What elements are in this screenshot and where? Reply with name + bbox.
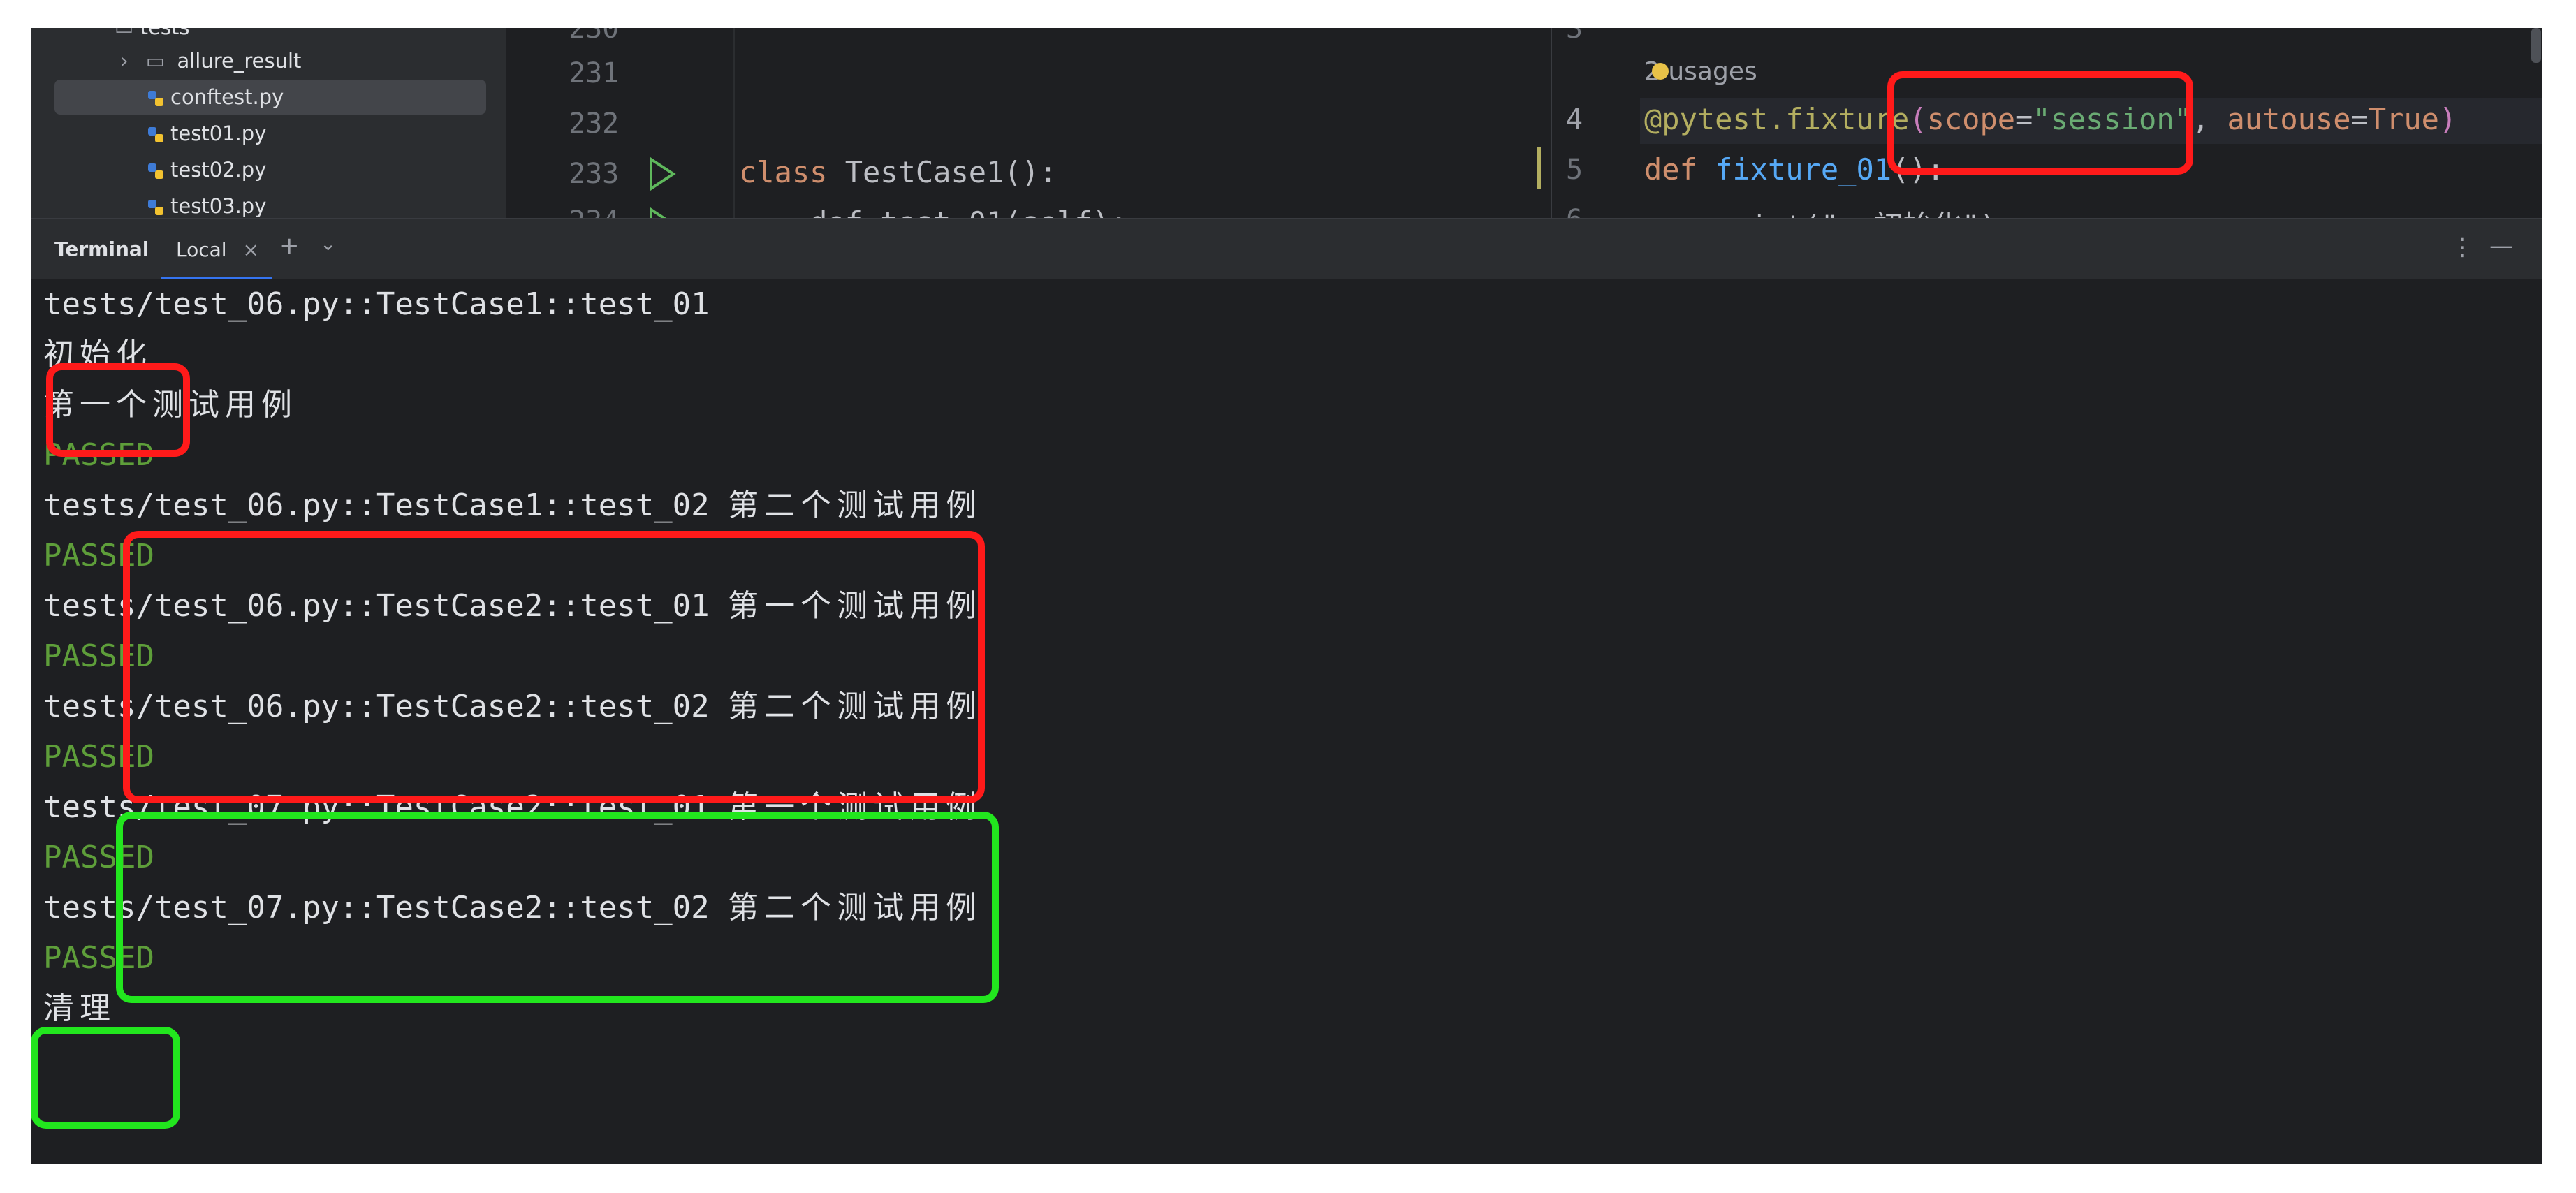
line-cjk: 第二个测试用例 bbox=[728, 488, 983, 523]
minimize-icon[interactable]: — bbox=[2489, 232, 2513, 260]
tree-item-conftest[interactable]: conftest.py bbox=[54, 80, 486, 115]
line-text: 清理 bbox=[43, 990, 116, 1026]
scrollbar-thumb[interactable] bbox=[2531, 28, 2541, 63]
decorator: @pytest.fixture bbox=[1644, 102, 1910, 136]
line-text: tests/test_06.py::TestCase1::test_01 bbox=[43, 286, 710, 322]
editor-left[interactable]: 230 231 232 233 234 class TestCase1(): d… bbox=[506, 28, 1551, 218]
code-line-6: print("——初始化") bbox=[1644, 203, 1997, 218]
project-tree: ▭ tests › ▭ allure_result conftest.py te… bbox=[31, 28, 506, 218]
scroll-marker bbox=[1537, 147, 1541, 189]
terminal-title: Terminal bbox=[54, 237, 149, 261]
close-icon[interactable]: × bbox=[242, 238, 258, 261]
comma: , bbox=[2191, 102, 2210, 136]
keyword-def: def bbox=[1644, 152, 1697, 186]
annotation-box-cleanup bbox=[31, 1027, 180, 1129]
folder-icon: ▭ bbox=[115, 28, 133, 39]
line-number: 232 bbox=[569, 108, 620, 140]
more-options-icon[interactable]: ⋮ bbox=[2450, 233, 2474, 261]
function-name: fixture_01 bbox=[1715, 152, 1892, 186]
code-line-233: class TestCase1(): bbox=[739, 155, 1057, 189]
annotation-box-init bbox=[46, 363, 190, 457]
run-icon[interactable] bbox=[647, 156, 678, 191]
value-true: True bbox=[2368, 102, 2439, 136]
tab-label: Local bbox=[176, 238, 227, 261]
python-file-icon bbox=[148, 200, 163, 215]
line-text: tests/test_06.py::TestCase1::test_02 bbox=[43, 488, 729, 523]
tree-item-test03[interactable]: test03.py bbox=[147, 189, 266, 218]
folder-icon: ▭ bbox=[145, 49, 166, 73]
terminal-line: tests/test_06.py::TestCase1::test_02 第二个… bbox=[43, 481, 982, 531]
terminal-header: Terminal Local × + ⌄ ⋮ — bbox=[31, 218, 2542, 281]
chevron-right-icon[interactable]: › bbox=[120, 49, 129, 73]
keyword-class: class bbox=[739, 155, 828, 189]
class-name: TestCase1(): bbox=[844, 155, 1058, 189]
run-icon[interactable] bbox=[647, 207, 678, 218]
line-number: 5 bbox=[1566, 154, 1583, 186]
python-file-icon bbox=[148, 127, 163, 142]
line-number: 230 bbox=[569, 28, 620, 45]
tree-item-test01[interactable]: test01.py bbox=[147, 116, 266, 151]
line-number: 6 bbox=[1566, 204, 1583, 218]
line-number: 233 bbox=[569, 158, 620, 190]
tab-local[interactable]: Local × bbox=[161, 219, 275, 281]
tree-item-allure-result[interactable]: › ▭ allure_result bbox=[120, 43, 301, 78]
line-number: 3 bbox=[1566, 28, 1583, 45]
paren: ) bbox=[2438, 102, 2457, 136]
annotation-box-scope bbox=[1887, 71, 2193, 175]
annotation-box-test07 bbox=[116, 812, 999, 1003]
chevron-down-icon[interactable]: ⌄ bbox=[320, 232, 336, 255]
line-number: 4 bbox=[1566, 103, 1583, 136]
tree-item-tests[interactable]: ▭ tests bbox=[115, 28, 189, 45]
code-line-234: def test_01(self): bbox=[739, 205, 1127, 218]
gutter-divider bbox=[733, 28, 735, 218]
annotation-box-test06 bbox=[123, 531, 985, 803]
param-autouse: autouse bbox=[2227, 102, 2351, 136]
tree-item-test02[interactable]: test02.py bbox=[147, 152, 266, 187]
line-number: 231 bbox=[569, 57, 620, 89]
line-number: 234 bbox=[569, 205, 619, 218]
python-file-icon bbox=[148, 91, 163, 106]
terminal-line: tests/test_06.py::TestCase1::test_01 bbox=[43, 279, 710, 330]
python-file-icon bbox=[148, 163, 163, 179]
plus-icon[interactable]: + bbox=[279, 232, 300, 260]
lightbulb-icon[interactable] bbox=[1652, 63, 1669, 80]
